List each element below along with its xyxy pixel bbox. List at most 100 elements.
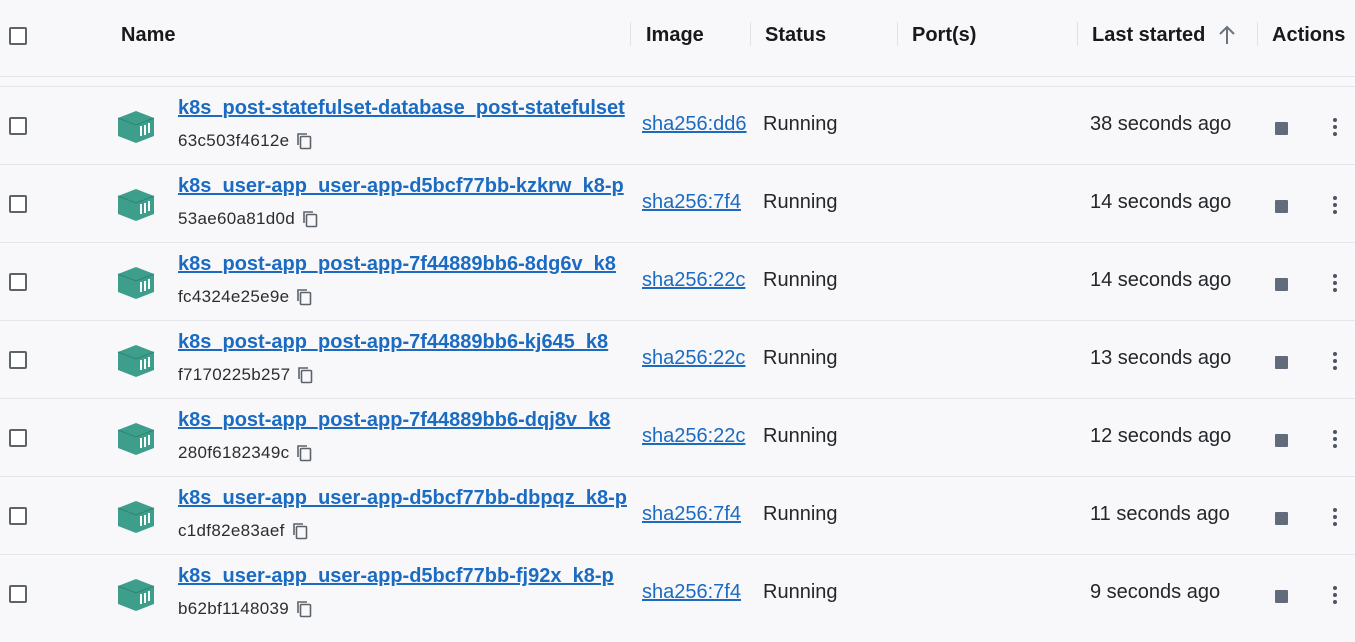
stop-button[interactable]	[1268, 115, 1294, 141]
row-checkbox[interactable]	[9, 117, 27, 135]
table-row[interactable]: k8s_user-app_user-app-d5bcf77bb-kzkrw_k8…	[0, 164, 1355, 242]
column-header-image[interactable]: Image	[646, 22, 704, 48]
container-name-link[interactable]: k8s_user-app_user-app-d5bcf77bb-kzkrw_k8…	[178, 175, 631, 201]
container-icon	[116, 421, 156, 457]
container-name-link[interactable]: k8s_post-app_post-app-7f44889bb6-dqj8v_k…	[178, 409, 631, 435]
column-label-name: Name	[121, 23, 176, 46]
container-id: 280f6182349c	[178, 442, 312, 464]
stop-button[interactable]	[1268, 193, 1294, 219]
column-header-status[interactable]: Status	[765, 22, 826, 48]
container-id: f7170225b257	[178, 364, 313, 386]
last-started-text: 13 seconds ago	[1090, 347, 1232, 369]
stop-icon	[1274, 589, 1288, 603]
more-vertical-icon[interactable]	[1324, 503, 1346, 531]
container-id-text: f7170225b257	[178, 365, 291, 384]
last-started-text: 9 seconds ago	[1090, 581, 1221, 603]
status-text: Running	[763, 269, 838, 291]
table-row[interactable]: k8s_post-statefulset-database_post-state…	[0, 86, 1355, 164]
image-link[interactable]: sha256:7f4	[642, 191, 750, 217]
stop-button[interactable]	[1268, 505, 1294, 531]
table-row[interactable]: k8s_post-app_post-app-7f44889bb6-dqj8v_k…	[0, 398, 1355, 476]
last-started-text: 11 seconds ago	[1090, 503, 1230, 525]
copy-icon[interactable]	[297, 366, 313, 384]
image-link[interactable]: sha256:22c	[642, 425, 750, 451]
stop-button[interactable]	[1268, 271, 1294, 297]
container-name-link[interactable]: k8s_post-statefulset-database_post-state…	[178, 97, 631, 123]
stop-icon	[1274, 199, 1288, 213]
arrow-up-icon[interactable]	[1217, 24, 1237, 46]
row-checkbox[interactable]	[9, 429, 27, 447]
stop-button[interactable]	[1268, 349, 1294, 375]
column-divider[interactable]	[630, 22, 631, 46]
container-name-link[interactable]: k8s_post-app_post-app-7f44889bb6-8dg6v_k…	[178, 253, 631, 279]
stop-icon	[1274, 511, 1288, 525]
containers-table: Name Image Status Port(s) Last started A…	[0, 0, 1355, 642]
image-link[interactable]: sha256:dd6	[642, 113, 750, 139]
row-checkbox[interactable]	[9, 507, 27, 525]
status-text: Running	[763, 503, 838, 525]
image-link[interactable]: sha256:7f4	[642, 581, 750, 607]
container-id-text: b62bf1148039	[178, 599, 290, 618]
column-header-last-started[interactable]: Last started	[1092, 22, 1237, 48]
more-vertical-icon[interactable]	[1324, 269, 1346, 297]
column-label-ports: Port(s)	[912, 23, 977, 46]
stop-button[interactable]	[1268, 427, 1294, 453]
row-checkbox[interactable]	[9, 273, 27, 291]
stop-icon	[1274, 355, 1288, 369]
last-started-text: 12 seconds ago	[1090, 425, 1232, 447]
status-text: Running	[763, 347, 838, 369]
more-vertical-icon[interactable]	[1324, 425, 1346, 453]
image-link[interactable]: sha256:22c	[642, 269, 750, 295]
container-id: 53ae60a81d0d	[178, 208, 318, 230]
container-icon	[116, 499, 156, 535]
image-link[interactable]: sha256:7f4	[642, 503, 750, 529]
copy-icon[interactable]	[296, 600, 312, 618]
column-divider[interactable]	[897, 22, 898, 46]
container-icon	[116, 343, 156, 379]
container-name-link[interactable]: k8s_user-app_user-app-d5bcf77bb-dbpqz_k8…	[178, 487, 631, 513]
last-started-text: 14 seconds ago	[1090, 269, 1232, 291]
copy-icon[interactable]	[296, 132, 312, 150]
more-vertical-icon[interactable]	[1324, 191, 1346, 219]
copy-icon[interactable]	[292, 522, 308, 540]
stop-icon	[1274, 121, 1288, 135]
column-label-last-started: Last started	[1092, 23, 1206, 46]
container-icon	[116, 109, 156, 145]
container-name-link[interactable]: k8s_post-app_post-app-7f44889bb6-kj645_k…	[178, 331, 631, 357]
row-checkbox[interactable]	[9, 585, 27, 603]
copy-icon[interactable]	[296, 288, 312, 306]
container-id-text: 63c503f4612e	[178, 131, 290, 150]
container-icon	[116, 577, 156, 613]
status-text: Running	[763, 113, 838, 135]
copy-icon[interactable]	[302, 210, 318, 228]
stop-button[interactable]	[1268, 583, 1294, 609]
column-header-ports[interactable]: Port(s)	[912, 22, 976, 48]
column-divider[interactable]	[1077, 22, 1078, 46]
stop-icon	[1274, 433, 1288, 447]
row-checkbox[interactable]	[9, 195, 27, 213]
more-vertical-icon[interactable]	[1324, 581, 1346, 609]
container-icon	[116, 187, 156, 223]
column-header-name[interactable]: Name	[121, 22, 175, 48]
column-header-actions: Actions	[1272, 22, 1345, 48]
container-name-link[interactable]: k8s_user-app_user-app-d5bcf77bb-fj92x_k8…	[178, 565, 631, 591]
image-link[interactable]: sha256:22c	[642, 347, 750, 373]
more-vertical-icon[interactable]	[1324, 347, 1346, 375]
container-id: 63c503f4612e	[178, 130, 312, 152]
status-text: Running	[763, 191, 838, 213]
table-row[interactable]: k8s_post-app_post-app-7f44889bb6-8dg6v_k…	[0, 242, 1355, 320]
column-divider[interactable]	[1257, 22, 1258, 46]
copy-icon[interactable]	[296, 444, 312, 462]
table-row[interactable]: k8s_user-app_user-app-d5bcf77bb-fj92x_k8…	[0, 554, 1355, 632]
status-text: Running	[763, 425, 838, 447]
status-text: Running	[763, 581, 838, 603]
select-all-checkbox[interactable]	[9, 27, 27, 45]
more-vertical-icon[interactable]	[1324, 113, 1346, 141]
container-icon	[116, 265, 156, 301]
row-checkbox[interactable]	[9, 351, 27, 369]
column-label-status: Status	[765, 23, 827, 46]
table-row[interactable]: k8s_post-app_post-app-7f44889bb6-kj645_k…	[0, 320, 1355, 398]
column-divider[interactable]	[750, 22, 751, 46]
table-row[interactable]: k8s_user-app_user-app-d5bcf77bb-dbpqz_k8…	[0, 476, 1355, 554]
container-id-text: 280f6182349c	[178, 443, 290, 462]
